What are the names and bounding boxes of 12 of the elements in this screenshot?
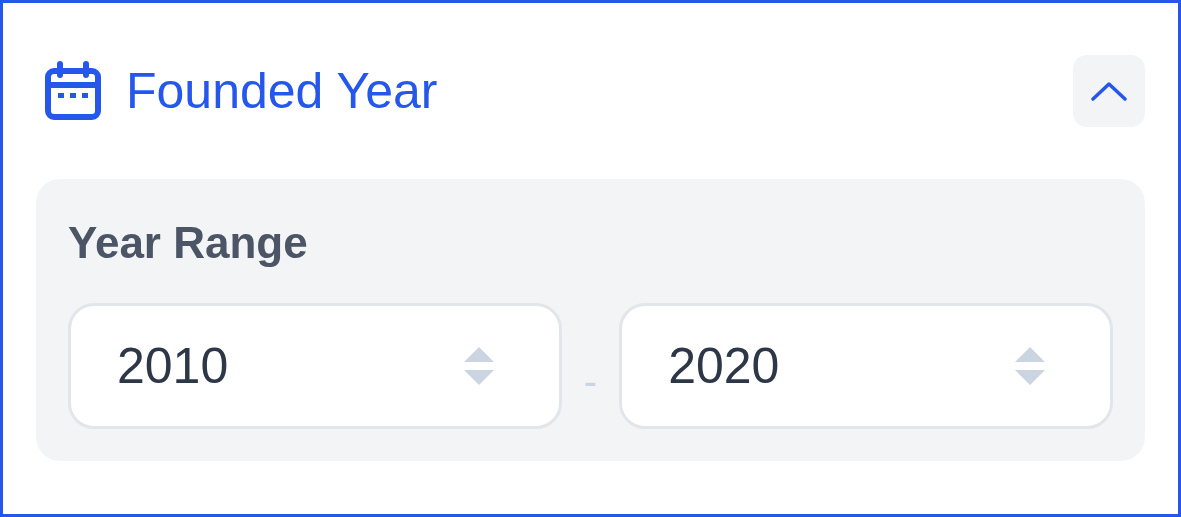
spinner-icon[interactable]	[1014, 345, 1046, 387]
year-input[interactable]: 2010	[117, 328, 463, 404]
collapse-button[interactable]	[1073, 55, 1145, 127]
range-label: Year Range	[68, 221, 309, 265]
year-field[interactable]: 2010	[68, 303, 562, 429]
year-input[interactable]: 2020	[668, 328, 1014, 404]
year-field[interactable]: 2020	[619, 303, 1113, 429]
range-separator: -	[583, 358, 598, 405]
chevron-icon	[1091, 81, 1127, 101]
calendar-icon	[44, 61, 102, 121]
filter-title: Founded Year	[126, 66, 438, 116]
spinner-icon[interactable]	[462, 345, 495, 387]
